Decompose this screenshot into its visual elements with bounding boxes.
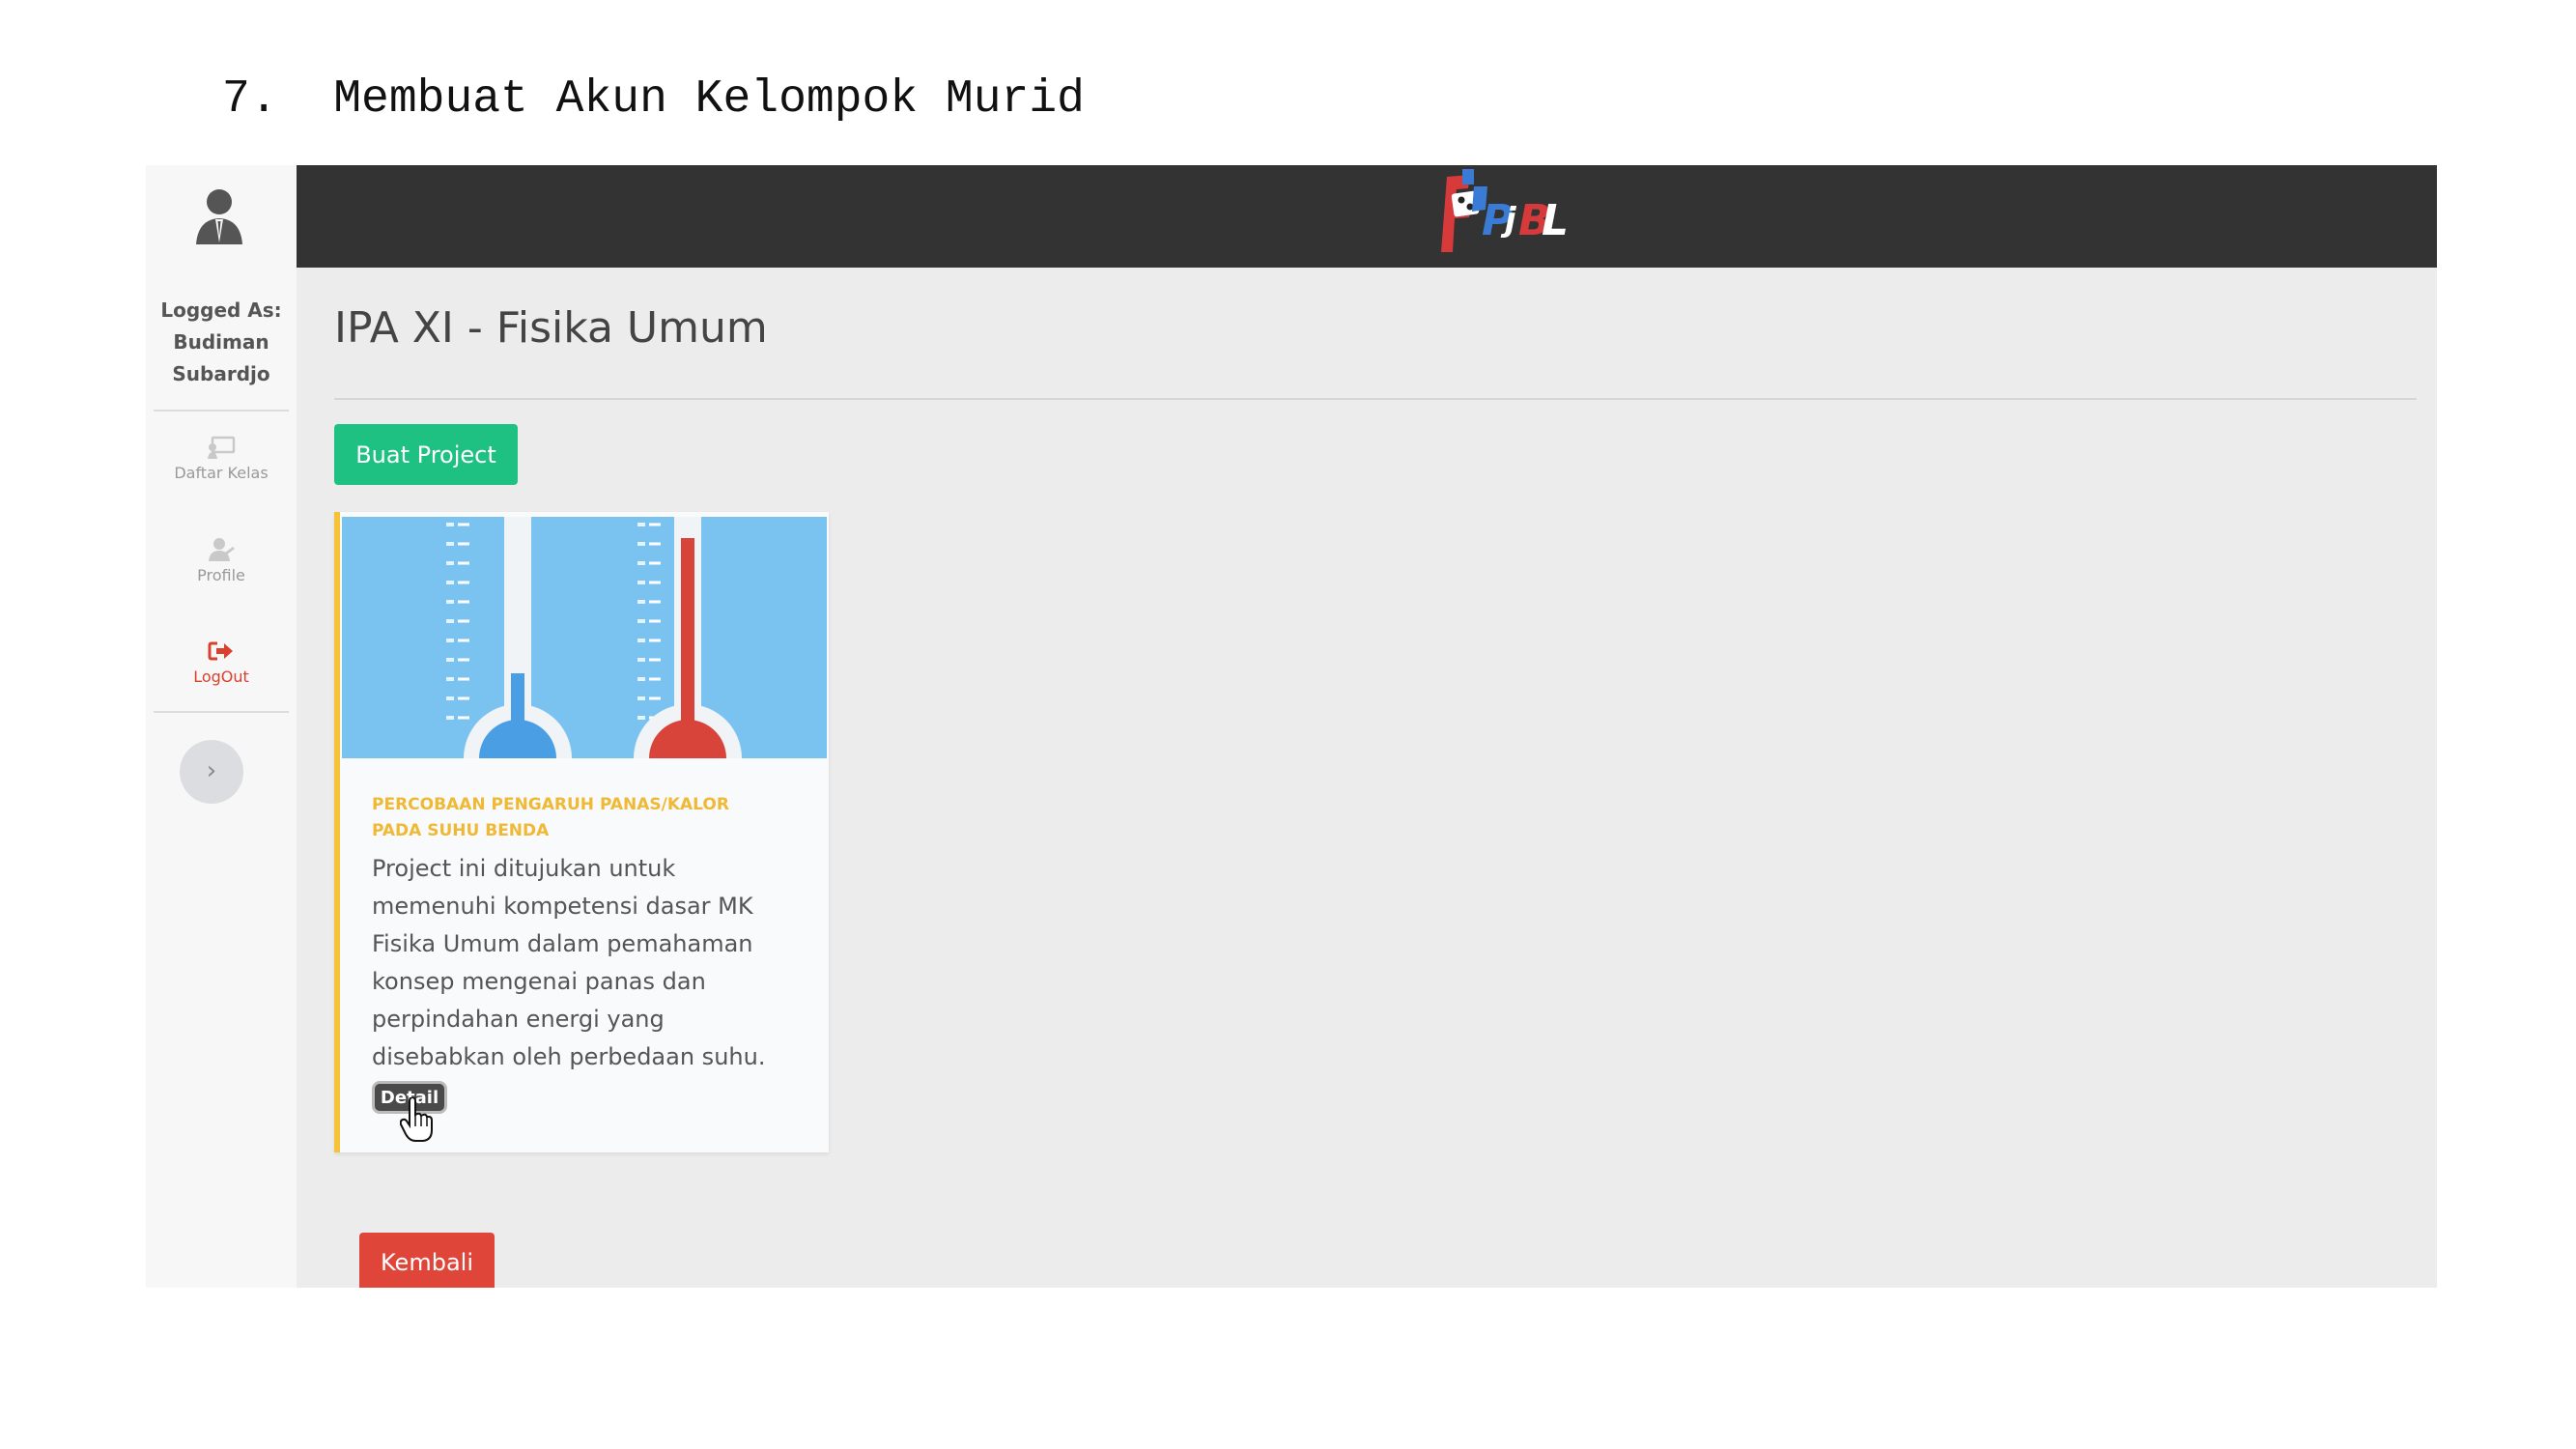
pjbl-logo: P j B L (1441, 169, 1567, 252)
document-heading: 7. Membuat Akun Kelompok Murid (222, 73, 1085, 126)
sidebar-item-daftar-kelas[interactable]: Daftar Kelas (146, 435, 297, 482)
sidebar-toggle-button[interactable]: › (180, 740, 243, 804)
user-first-name: Budiman (173, 330, 269, 354)
sidebar-item-label: Daftar Kelas (174, 464, 269, 482)
project-card: PERCOBAAN PENGARUH PANAS/KALOR PADA SUHU… (334, 512, 829, 1152)
sidebar-item-label: LogOut (193, 668, 249, 686)
top-navbar: P j B L (297, 165, 2437, 268)
logged-as-label: Logged As: (160, 298, 282, 322)
svg-text:L: L (1542, 196, 1567, 245)
chevron-right-icon: › (206, 756, 217, 785)
sidebar-item-label: Profile (197, 566, 245, 584)
user-icon (209, 538, 235, 561)
sidebar-divider (154, 410, 289, 412)
back-button[interactable]: Kembali (359, 1233, 495, 1288)
sidebar-divider (154, 711, 289, 713)
user-avatar-icon (196, 189, 242, 244)
chalkboard-icon (208, 436, 236, 459)
sidebar-item-profile[interactable]: Profile (146, 537, 297, 584)
logout-icon (208, 641, 233, 661)
title-divider (334, 398, 2417, 400)
app-window: Logged As: Budiman Subardjo Daftar Kelas… (146, 165, 2437, 1288)
hand-cursor-icon (400, 1097, 433, 1142)
logged-as-info: Logged As: Budiman Subardjo (146, 295, 297, 390)
sidebar-item-logout[interactable]: LogOut (146, 639, 297, 686)
thermometers-illustration (342, 517, 827, 758)
project-tag: PERCOBAAN PENGARUH PANAS/KALOR PADA SUHU… (372, 795, 729, 840)
project-description: Project ini ditujukan untuk memenuhi kom… (372, 855, 766, 1070)
page-title: IPA XI - Fisika Umum (334, 303, 768, 353)
create-project-button[interactable]: Buat Project (334, 424, 518, 485)
thermometer-graphic (342, 517, 827, 758)
sidebar: Logged As: Budiman Subardjo Daftar Kelas… (146, 165, 297, 1288)
user-last-name: Subardjo (172, 362, 270, 385)
